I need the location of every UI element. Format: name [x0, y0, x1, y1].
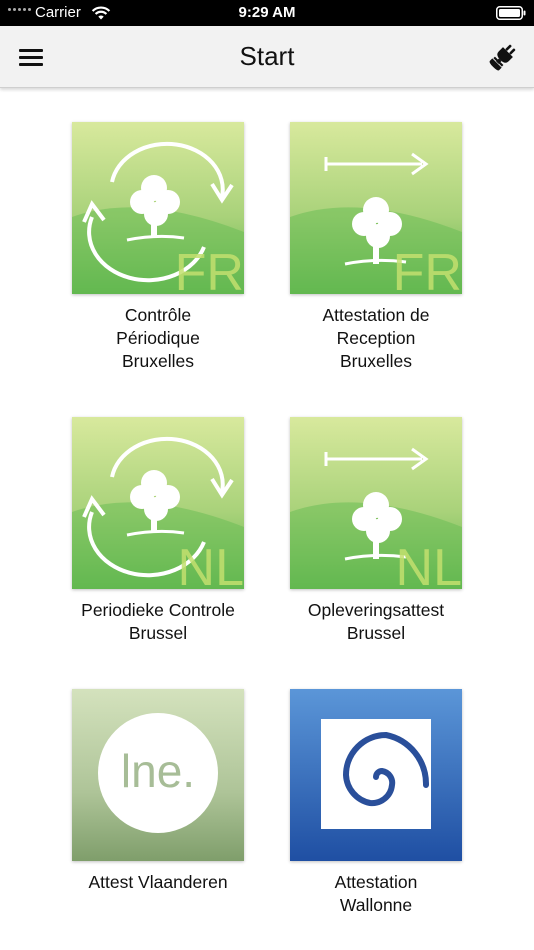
- tile-label: Opleveringsattest Brussel: [307, 600, 445, 643]
- clock: 9:29 AM: [238, 4, 296, 21]
- lne-logo-icon: lne.: [72, 689, 244, 861]
- tile-label: Attestation Wallonne: [334, 872, 418, 915]
- tree-cycle-arrows-icon: NL: [72, 417, 244, 589]
- tile-controle-periodique-bruxelles[interactable]: FR Contrôle Périodique Bruxelles: [48, 122, 268, 373]
- tile-attest-vlaanderen[interactable]: lne. Attest Vlaanderen: [48, 689, 268, 894]
- tile-label: Attest Vlaanderen: [88, 872, 228, 892]
- navigation-bar: Start: [0, 26, 534, 88]
- tile-attestation-reception-bruxelles[interactable]: FR Attestation de Reception Bruxelles: [266, 122, 486, 373]
- tree-arrow-right-icon: FR: [290, 122, 462, 294]
- tile-badge: NL: [396, 539, 462, 589]
- tile-badge: NL: [178, 539, 244, 589]
- tile-label: Attestation de Reception Bruxelles: [322, 305, 430, 371]
- tile-attestation-wallonne[interactable]: Attestation Wallonne: [266, 689, 486, 917]
- tile-badge: FR: [393, 244, 462, 294]
- tile-label: Periodieke Controle Brussel: [81, 600, 235, 643]
- tree-arrow-right-icon: NL: [290, 417, 462, 589]
- tile-opleveringsattest-brussel[interactable]: NL Opleveringsattest Brussel: [266, 417, 486, 645]
- page-title: Start: [239, 41, 295, 71]
- wallonia-spiral-logo-icon: [290, 689, 462, 861]
- tree-cycle-arrows-icon: FR: [72, 122, 244, 294]
- plug-icon[interactable]: [486, 40, 520, 74]
- tile-badge: FR: [175, 244, 244, 294]
- status-bar: Carrier 9:29 AM: [0, 0, 534, 26]
- lne-logo-text: lne.: [121, 745, 195, 797]
- tile-label: Contrôle Périodique Bruxelles: [116, 305, 200, 371]
- tile-periodieke-controle-brussel[interactable]: NL Periodieke Controle Brussel: [48, 417, 268, 645]
- battery-icon: [496, 6, 526, 20]
